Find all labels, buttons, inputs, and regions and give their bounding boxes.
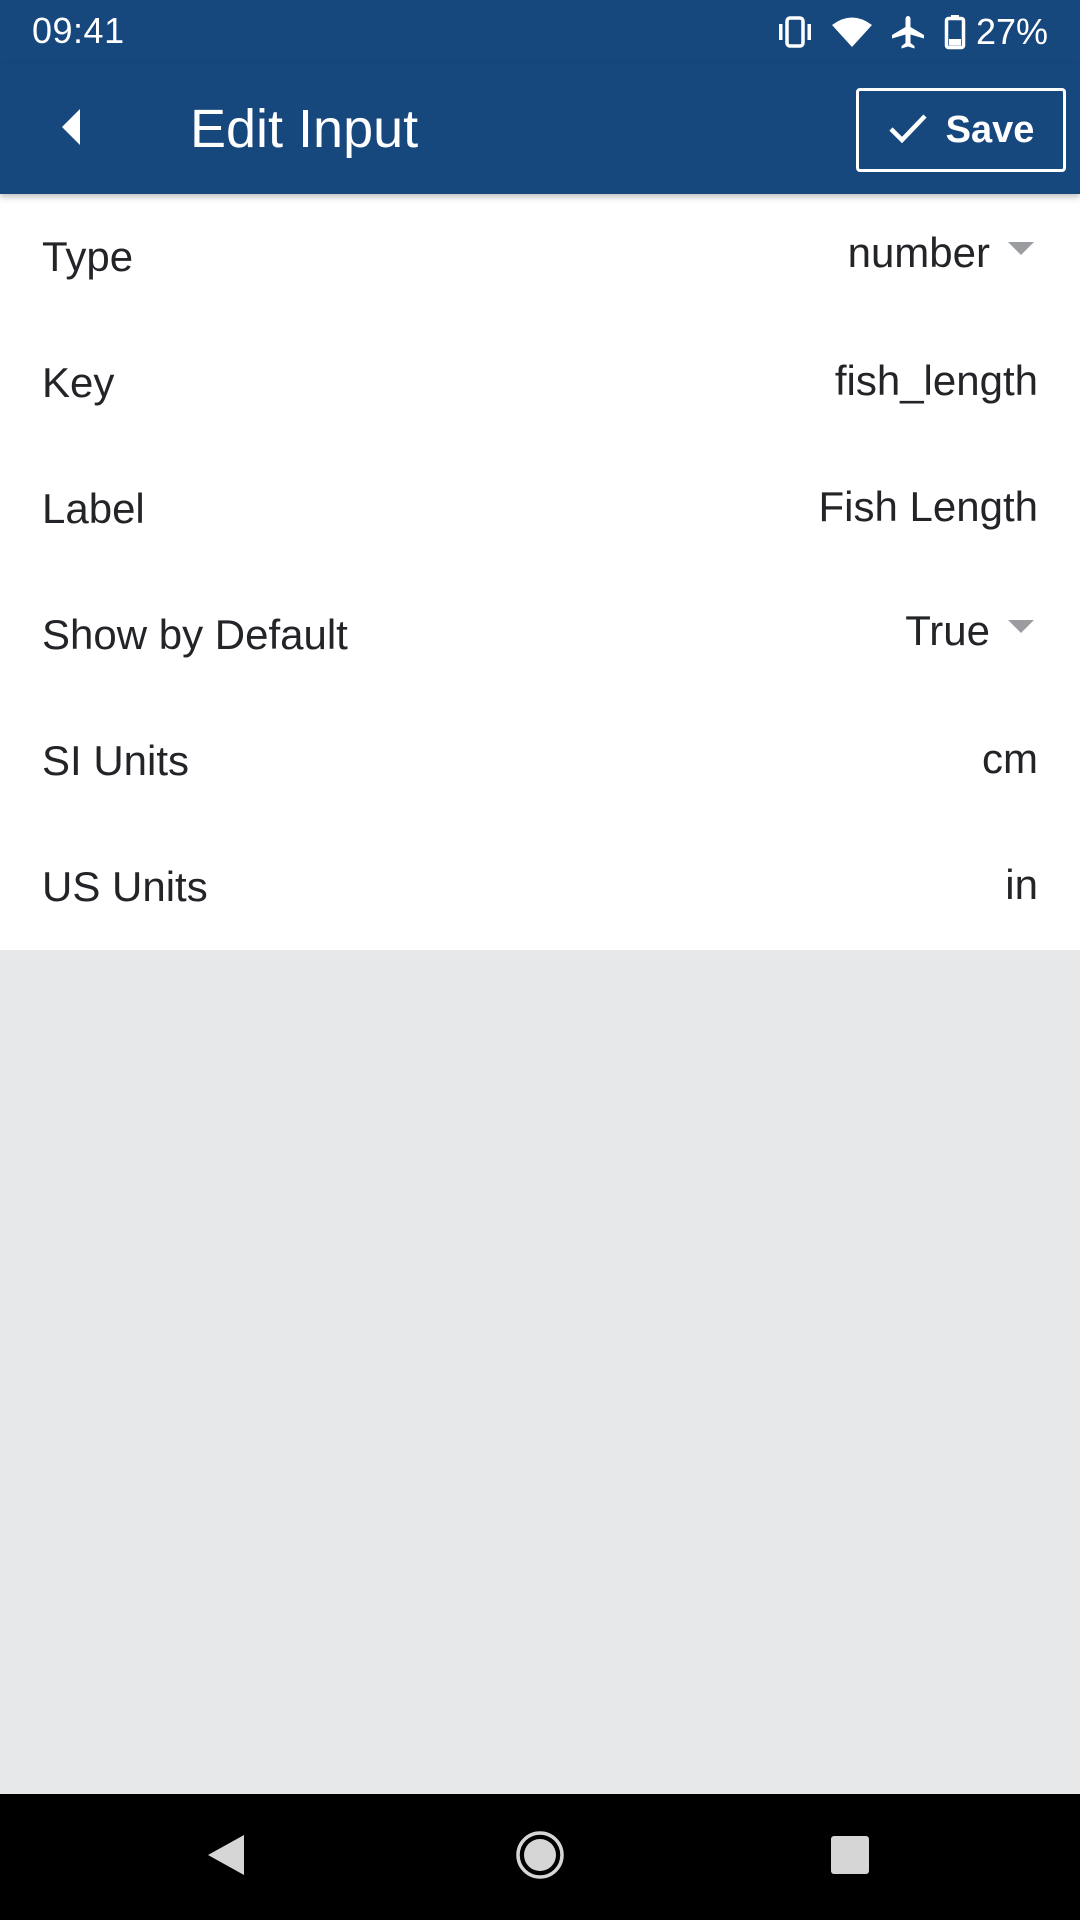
type-value: number — [847, 229, 990, 276]
vibrate-icon — [776, 16, 814, 48]
save-label: Save — [945, 108, 1035, 151]
nav-home-icon — [514, 1829, 566, 1886]
dropdown-caret-icon — [1008, 619, 1034, 633]
nav-recents-icon — [829, 1834, 871, 1881]
input-form: Type number Key fish_length Label Fish L… — [0, 194, 1080, 950]
si-units-field[interactable]: cm — [982, 734, 1038, 784]
battery-percent: 27% — [975, 11, 1048, 52]
label-field[interactable]: Fish Length — [819, 482, 1038, 532]
show-by-default-label: Show by Default — [42, 611, 348, 658]
back-button[interactable] — [34, 91, 110, 167]
form-row-type: Type number — [0, 194, 1080, 320]
nav-recents-button[interactable] — [820, 1827, 880, 1887]
back-arrow-icon — [60, 107, 84, 152]
form-row-us-units: US Units in — [0, 824, 1080, 950]
si-units-label: SI Units — [42, 737, 190, 784]
system-nav-bar — [0, 1794, 1080, 1920]
show-by-default-value: True — [905, 607, 990, 654]
empty-content-area — [0, 950, 1080, 1794]
show-by-default-dropdown[interactable]: True — [905, 606, 1034, 656]
airplane-icon — [890, 14, 926, 50]
key-field[interactable]: fish_length — [835, 356, 1038, 406]
save-button[interactable]: Save — [856, 88, 1066, 172]
us-units-field[interactable]: in — [1005, 860, 1038, 910]
nav-back-button[interactable] — [196, 1827, 256, 1887]
us-units-label: US Units — [42, 863, 208, 910]
nav-home-button[interactable] — [510, 1827, 570, 1887]
form-row-key: Key fish_length — [0, 320, 1080, 446]
battery-icon — [944, 14, 966, 50]
form-row-show-by-default: Show by Default True — [0, 572, 1080, 698]
status-icons: 27% — [776, 10, 1048, 54]
label-label: Label — [42, 485, 145, 532]
form-row-si-units: SI Units cm — [0, 698, 1080, 824]
app-bar: Edit Input Save — [0, 64, 1080, 194]
form-row-label: Label Fish Length — [0, 446, 1080, 572]
type-label: Type — [42, 233, 134, 280]
wifi-icon — [831, 16, 872, 48]
status-time: 09:41 — [32, 10, 125, 51]
key-label: Key — [42, 359, 115, 406]
dropdown-caret-icon — [1008, 241, 1034, 255]
nav-back-icon — [204, 1831, 248, 1884]
type-dropdown[interactable]: number — [848, 228, 1034, 278]
check-icon — [888, 112, 928, 149]
status-bar: 09:41 27% — [0, 0, 1080, 64]
page-title: Edit Input — [190, 99, 419, 159]
